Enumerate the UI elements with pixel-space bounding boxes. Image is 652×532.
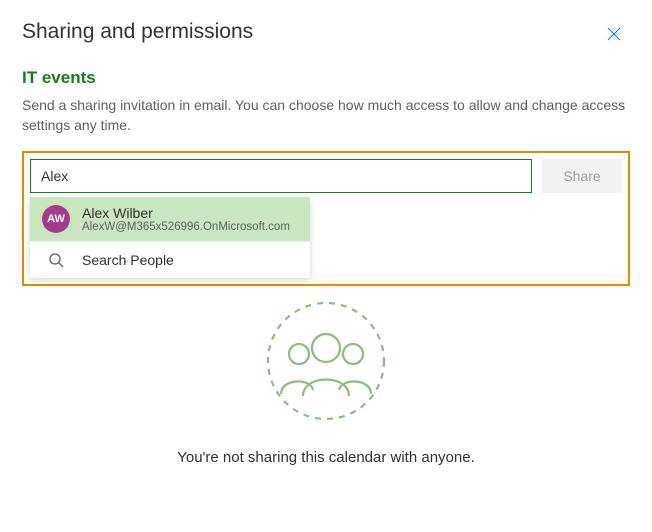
sharing-permissions-panel: Sharing and permissions IT events Send a… [0,0,652,532]
avatar: AW [42,205,70,233]
search-icon [42,252,70,268]
close-button[interactable] [598,20,630,52]
calendar-name: IT events [22,68,630,88]
search-row: Share [24,153,628,193]
people-search-wrap[interactable] [30,159,532,193]
panel-description: Send a sharing invitation in email. You … [22,96,630,135]
suggestion-item[interactable]: AW Alex Wilber AlexW@M365x526996.OnMicro… [30,197,310,241]
people-search-input[interactable] [41,168,521,184]
suggestion-email: AlexW@M365x526996.OnMicrosoft.com [82,221,290,233]
people-group-icon [261,296,391,431]
search-people-label: Search People [82,252,174,268]
suggestion-text: Alex Wilber AlexW@M365x526996.OnMicrosof… [82,205,290,233]
empty-state-message: You're not sharing this calendar with an… [177,449,475,466]
panel-title: Sharing and permissions [22,20,253,44]
empty-state: You're not sharing this calendar with an… [22,296,630,466]
panel-header: Sharing and permissions [22,20,630,52]
search-people-action[interactable]: Search People [30,241,310,278]
close-icon [607,27,621,46]
search-highlight-box: Share AW Alex Wilber AlexW@M365x526996.O… [22,151,630,286]
people-suggestions-dropdown: AW Alex Wilber AlexW@M365x526996.OnMicro… [30,197,310,278]
share-button[interactable]: Share [542,159,622,193]
suggestion-name: Alex Wilber [82,205,290,221]
